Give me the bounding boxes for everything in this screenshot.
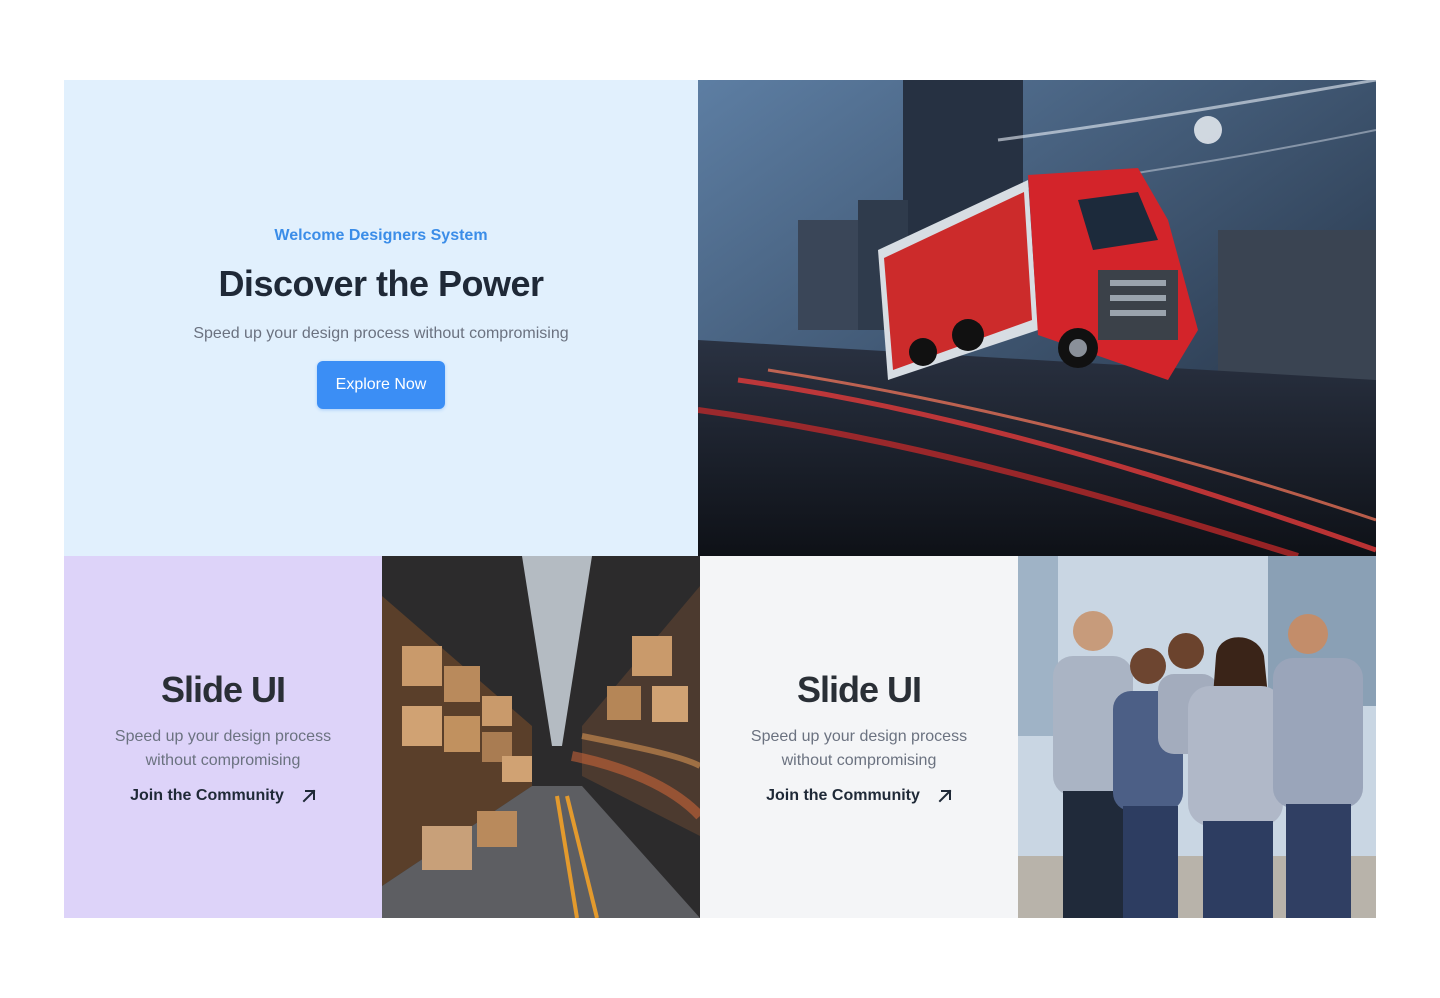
hero-panel: Welcome Designers System Discover the Po… [64,80,698,556]
slide-card-1: Slide UI Speed up your design process wi… [64,556,382,918]
card-subtitle: Speed up your design process without com… [750,728,968,769]
warehouse-illustration [382,556,700,918]
arrow-up-right-icon [938,789,952,803]
join-community-label: Join the Community [130,787,284,804]
team-illustration [1018,556,1376,918]
truck-illustration [698,80,1376,556]
join-community-label: Join the Community [766,787,920,804]
join-community-link[interactable]: Join the Community [766,787,952,805]
arrow-up-right-icon [302,789,316,803]
hero-subtitle: Speed up your design process without com… [193,325,569,342]
card-title: Slide UI [796,669,922,710]
join-community-link[interactable]: Join the Community [130,787,316,805]
explore-now-button[interactable]: Explore Now [317,361,445,409]
truck-photo [698,80,1376,556]
hero-eyebrow: Welcome Designers System [274,227,488,244]
feature-grid: Welcome Designers System Discover the Po… [64,80,1376,918]
card-title: Slide UI [160,669,286,710]
hero-title: Discover the Power [218,263,544,304]
team-photo [1018,556,1376,918]
slide-card-2: Slide UI Speed up your design process wi… [700,556,1018,918]
warehouse-photo [382,556,700,918]
card-subtitle: Speed up your design process without com… [114,728,332,769]
